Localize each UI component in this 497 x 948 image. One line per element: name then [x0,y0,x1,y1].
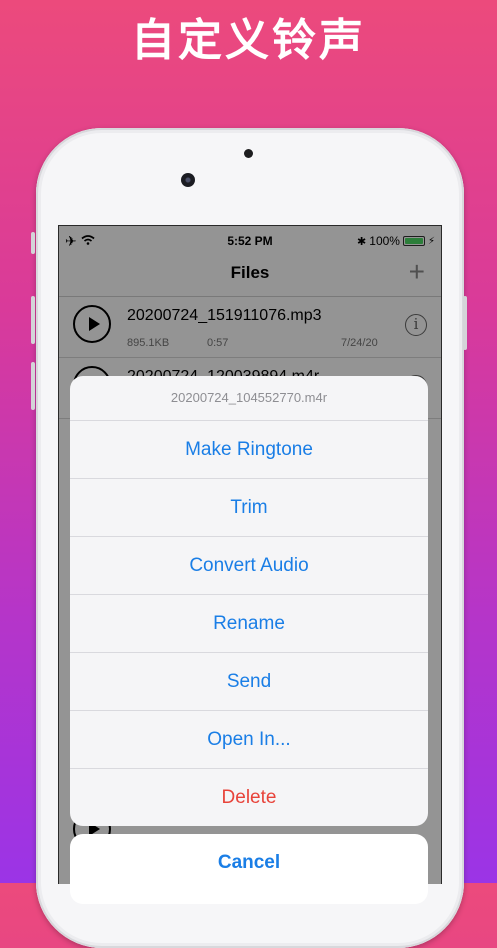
front-camera [181,173,195,187]
cancel-button[interactable]: Cancel [70,834,428,904]
delete-button[interactable]: Delete [70,769,428,826]
cancel-label: Cancel [217,852,281,873]
power-button [463,296,467,350]
promo-banner-title: 自定义铃声 [131,15,366,66]
volume-down-button [31,362,35,410]
action-sheet: 20200724_104552770.m4r Make Ringtone Tri… [70,376,428,826]
open-in-button[interactable]: Open In... [70,711,428,769]
rename-button[interactable]: Rename [70,595,428,653]
action-sheet-title: 20200724_104552770.m4r [70,376,428,421]
convert-audio-button[interactable]: Convert Audio [70,537,428,595]
earpiece-speaker [244,149,253,158]
mute-switch [31,232,35,254]
trim-button[interactable]: Trim [70,479,428,537]
send-button[interactable]: Send [70,653,428,711]
make-ringtone-button[interactable]: Make Ringtone [70,421,428,479]
volume-up-button [31,296,35,344]
